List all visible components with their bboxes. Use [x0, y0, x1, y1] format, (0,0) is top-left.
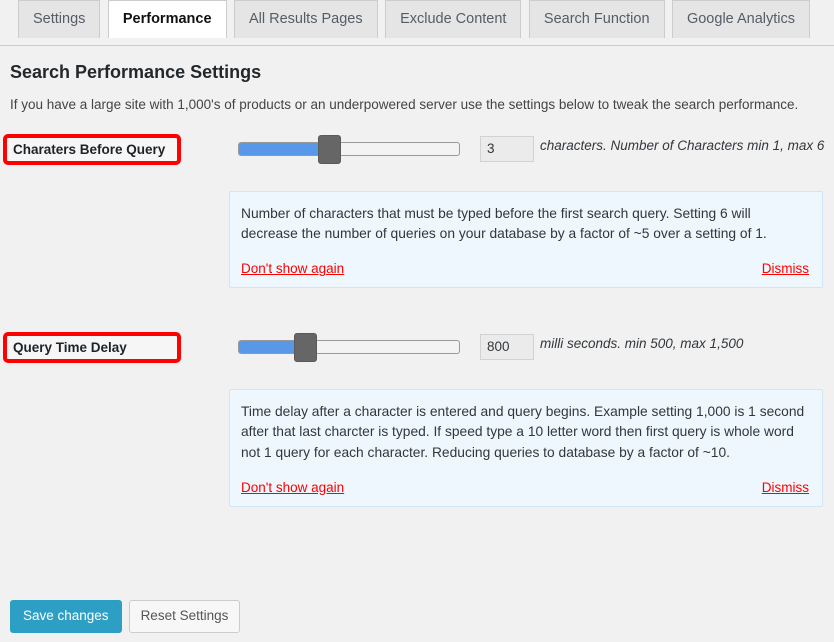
dont-show-again-link[interactable]: Don't show again	[241, 480, 344, 495]
slider-fill	[239, 143, 327, 155]
tab-bar: Settings Performance All Results Pages E…	[0, 0, 834, 46]
characters-before-query-unit-text: characters. Number of Characters min 1, …	[540, 138, 825, 153]
highlight-box-query-time-delay: Query Time Delay	[3, 332, 181, 364]
tab-google-analytics[interactable]: Google Analytics	[671, 0, 810, 38]
tab-performance[interactable]: Performance	[107, 0, 227, 38]
query-time-delay-unit-text: milli seconds. min 500, max 1,500	[540, 336, 744, 352]
tab-label: Settings	[33, 11, 86, 27]
dismiss-link[interactable]: Dismiss	[762, 480, 809, 495]
tab-label: Search Function	[543, 11, 650, 27]
footer-actions: Save changes Reset Settings	[10, 600, 241, 633]
save-changes-button[interactable]: Save changes	[10, 600, 122, 633]
tab-label: All Results Pages	[248, 11, 363, 27]
setting-row-query-time-delay: Query Time Delay 800 milli seconds. min …	[0, 332, 834, 368]
slider-handle[interactable]	[294, 333, 317, 363]
dont-show-again-link[interactable]: Don't show again	[241, 261, 344, 276]
reset-settings-button[interactable]: Reset Settings	[128, 600, 241, 633]
slider-handle[interactable]	[318, 135, 342, 164]
notice-actions: Don't show again Dismiss	[241, 261, 809, 276]
tab-search-function[interactable]: Search Function	[528, 0, 665, 38]
setting-label: Charaters Before Query	[13, 142, 166, 157]
slider-query-time-delay[interactable]	[238, 333, 460, 363]
highlight-box-characters-before-query: Charaters Before Query	[3, 134, 181, 165]
notice-characters-before-query: Number of characters that must be typed …	[229, 191, 823, 289]
setting-row-characters-before-query: Charaters Before Query 3 characters. Num…	[0, 134, 834, 170]
tab-settings[interactable]: Settings	[18, 0, 101, 38]
dismiss-link[interactable]: Dismiss	[762, 261, 809, 276]
setting-label: Query Time Delay	[13, 340, 127, 356]
tab-label: Google Analytics	[686, 11, 795, 27]
tab-all-results-pages[interactable]: All Results Pages	[233, 0, 378, 38]
tab-exclude-content[interactable]: Exclude Content	[385, 0, 522, 38]
notice-body: Number of characters that must be typed …	[241, 206, 767, 242]
notice-actions: Don't show again Dismiss	[241, 480, 809, 495]
slider-characters-before-query[interactable]	[238, 135, 460, 164]
page-title: Search Performance Settings	[10, 62, 262, 82]
query-time-delay-value[interactable]: 800	[480, 334, 534, 361]
characters-before-query-value[interactable]: 3	[480, 136, 534, 162]
tab-label: Exclude Content	[400, 11, 507, 27]
notice-body: Time delay after a character is entered …	[241, 404, 805, 460]
notice-query-time-delay: Time delay after a character is entered …	[229, 389, 823, 507]
page-intro-text: If you have a large site with 1,000's of…	[10, 97, 799, 112]
tab-label: Performance	[122, 11, 212, 27]
